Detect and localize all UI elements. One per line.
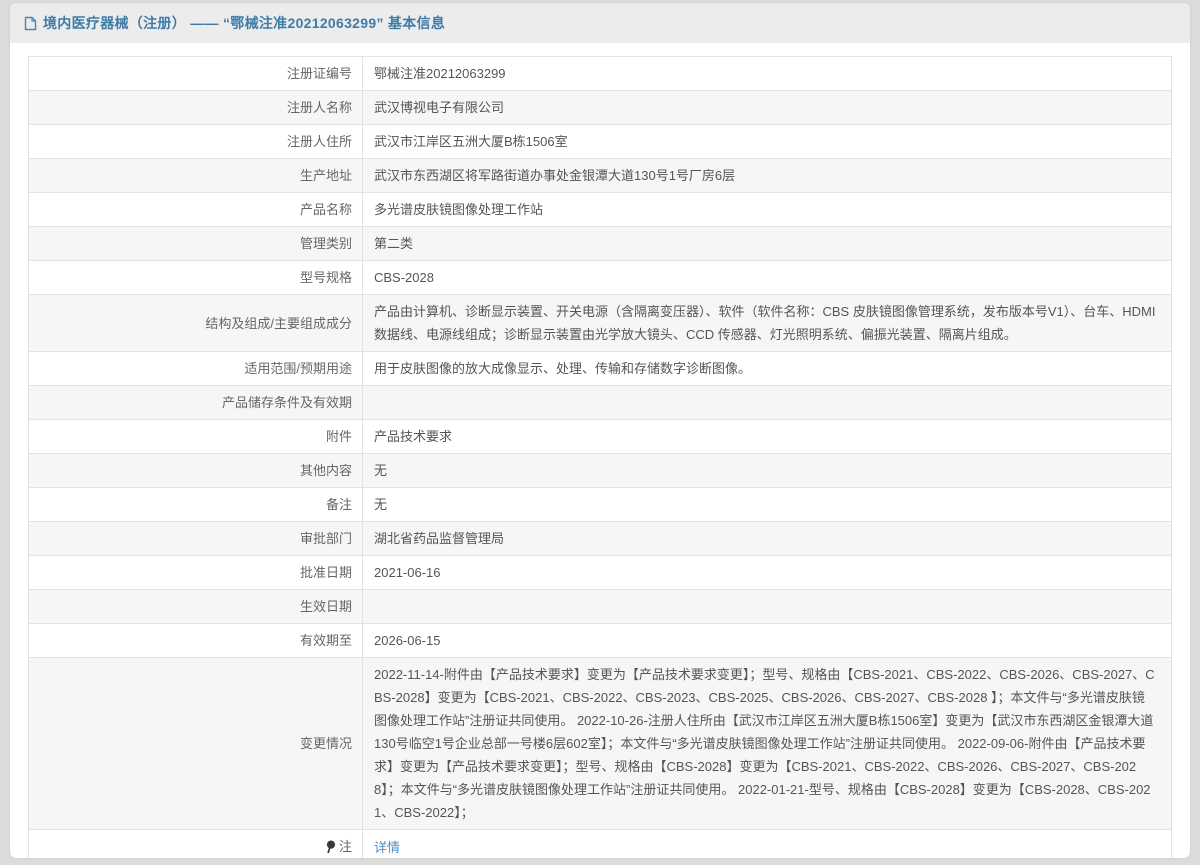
row-label-cell: 结构及组成/主要组成成分 [29, 295, 363, 352]
row-value: 武汉博视电子有限公司 [363, 91, 1172, 125]
table-row: 注册人名称 武汉博视电子有限公司 [29, 91, 1172, 125]
table-row: 产品名称 多光谱皮肤镜图像处理工作站 [29, 193, 1172, 227]
table-row: 注册证编号 鄂械注准20212063299 [29, 57, 1172, 91]
table-row: 生产地址 武汉市东西湖区将军路街道办事处金银潭大道130号1号厂房6层 [29, 159, 1172, 193]
row-value: 湖北省药品监督管理局 [363, 522, 1172, 556]
table-row: 变更情况 2022-11-14-附件由【产品技术要求】变更为【产品技术要求变更】… [29, 658, 1172, 830]
table-row: 型号规格 CBS-2028 [29, 261, 1172, 295]
document-icon [24, 16, 37, 31]
row-label-cell: 注册人名称 [29, 91, 363, 125]
row-label-cell: 审批部门 [29, 522, 363, 556]
table-row: 有效期至 2026-06-15 [29, 624, 1172, 658]
table-row: 备注 无 [29, 488, 1172, 522]
row-label: 注册人住所 [287, 134, 352, 149]
row-label: 生产地址 [300, 168, 352, 183]
table-row: 生效日期 [29, 590, 1172, 624]
row-value: CBS-2028 [363, 261, 1172, 295]
row-value: 产品技术要求 [363, 420, 1172, 454]
details-link[interactable]: 详情 [374, 840, 400, 855]
row-label-cell: 注册证编号 [29, 57, 363, 91]
table-row: 注册人住所 武汉市江岸区五洲大厦B栋1506室 [29, 125, 1172, 159]
row-label-cell: 变更情况 [29, 658, 363, 830]
row-label-cell: 注册人住所 [29, 125, 363, 159]
table-row: 注 详情 [29, 830, 1172, 859]
row-label: 变更情况 [300, 736, 352, 751]
table-row: 其他内容 无 [29, 454, 1172, 488]
row-value: 鄂械注准20212063299 [363, 57, 1172, 91]
row-label: 其他内容 [300, 463, 352, 478]
table-container: 注册证编号 鄂械注准20212063299 注册人名称 武汉博视电子有限公司 注… [10, 43, 1190, 858]
row-value: 2022-11-14-附件由【产品技术要求】变更为【产品技术要求变更】；型号、规… [363, 658, 1172, 830]
row-label: 产品储存条件及有效期 [222, 395, 352, 410]
table-row: 管理类别 第二类 [29, 227, 1172, 261]
row-value: 用于皮肤图像的放大成像显示、处理、传输和存储数字诊断图像。 [363, 352, 1172, 386]
row-label: 注册证编号 [287, 66, 352, 81]
table-row: 结构及组成/主要组成成分 产品由计算机、诊断显示装置、开关电源（含隔离变压器）、… [29, 295, 1172, 352]
row-value: 武汉市东西湖区将军路街道办事处金银潭大道130号1号厂房6层 [363, 159, 1172, 193]
row-label-cell: 适用范围/预期用途 [29, 352, 363, 386]
row-label: 注册人名称 [287, 100, 352, 115]
table-row: 产品储存条件及有效期 [29, 386, 1172, 420]
row-label-cell: 产品名称 [29, 193, 363, 227]
row-label-cell: 有效期至 [29, 624, 363, 658]
row-value: 武汉市江岸区五洲大厦B栋1506室 [363, 125, 1172, 159]
row-value: 2026-06-15 [363, 624, 1172, 658]
row-label: 生效日期 [300, 599, 352, 614]
row-label: 结构及组成/主要组成成分 [205, 316, 352, 331]
row-label-cell: 注 [29, 830, 363, 859]
row-value [363, 590, 1172, 624]
row-label-cell: 生效日期 [29, 590, 363, 624]
row-label-cell: 附件 [29, 420, 363, 454]
row-label: 审批部门 [300, 531, 352, 546]
row-value: 产品由计算机、诊断显示装置、开关电源（含隔离变压器）、软件（软件名称：CBS 皮… [363, 295, 1172, 352]
table-row: 适用范围/预期用途 用于皮肤图像的放大成像显示、处理、传输和存储数字诊断图像。 [29, 352, 1172, 386]
row-label-cell: 型号规格 [29, 261, 363, 295]
table-row: 附件 产品技术要求 [29, 420, 1172, 454]
row-value: 无 [363, 488, 1172, 522]
row-label: 注 [339, 839, 352, 854]
row-label: 有效期至 [300, 633, 352, 648]
row-label: 批准日期 [300, 565, 352, 580]
info-table: 注册证编号 鄂械注准20212063299 注册人名称 武汉博视电子有限公司 注… [28, 56, 1172, 858]
row-label-cell: 产品储存条件及有效期 [29, 386, 363, 420]
row-value: 第二类 [363, 227, 1172, 261]
table-row: 批准日期 2021-06-16 [29, 556, 1172, 590]
row-label-cell: 批准日期 [29, 556, 363, 590]
row-label: 附件 [326, 429, 352, 444]
row-label-cell: 管理类别 [29, 227, 363, 261]
pin-icon [325, 837, 336, 858]
page-title: 境内医疗器械（注册） —— “鄂械注准20212063299” 基本信息 [43, 13, 445, 33]
row-label: 适用范围/预期用途 [244, 361, 352, 376]
page-header: 境内医疗器械（注册） —— “鄂械注准20212063299” 基本信息 [10, 3, 1190, 43]
table-row: 审批部门 湖北省药品监督管理局 [29, 522, 1172, 556]
row-label: 备注 [326, 497, 352, 512]
row-label: 产品名称 [300, 202, 352, 217]
content-panel: 境内医疗器械（注册） —— “鄂械注准20212063299” 基本信息 注册证… [10, 3, 1190, 858]
row-value: 无 [363, 454, 1172, 488]
row-label: 型号规格 [300, 270, 352, 285]
row-label-cell: 生产地址 [29, 159, 363, 193]
row-value [363, 386, 1172, 420]
row-value: 详情 [363, 830, 1172, 859]
row-label-cell: 备注 [29, 488, 363, 522]
row-label-cell: 其他内容 [29, 454, 363, 488]
row-value: 多光谱皮肤镜图像处理工作站 [363, 193, 1172, 227]
row-label: 管理类别 [300, 236, 352, 251]
row-value: 2021-06-16 [363, 556, 1172, 590]
